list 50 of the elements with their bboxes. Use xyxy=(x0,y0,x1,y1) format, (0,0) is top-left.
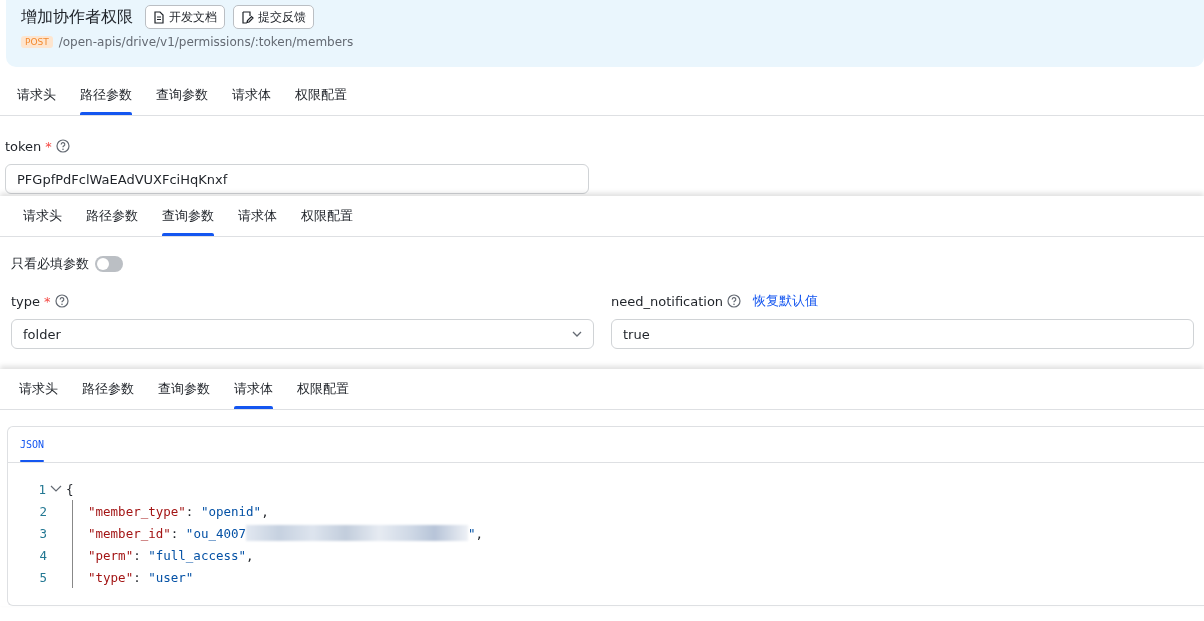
tab[interactable]: 路径参数 xyxy=(74,196,150,236)
chevron-down-icon xyxy=(572,331,582,337)
line-number: 5 xyxy=(38,569,47,585)
toggle-switch[interactable] xyxy=(95,256,123,272)
format-tab[interactable]: JSON xyxy=(20,427,45,462)
docs-button[interactable]: 开发文档 xyxy=(145,5,225,29)
code-line: { xyxy=(66,481,74,497)
tab[interactable]: 权限配置 xyxy=(289,196,365,236)
select-field[interactable]: folder xyxy=(11,319,594,349)
tab[interactable]: 路径参数 xyxy=(68,75,144,115)
line-number: 4 xyxy=(38,547,47,563)
tab[interactable]: 权限配置 xyxy=(283,75,359,115)
help-icon[interactable] xyxy=(54,294,69,308)
tab[interactable]: 请求体 xyxy=(222,369,285,409)
chevron-down-icon[interactable] xyxy=(50,485,62,493)
reset-link[interactable]: 恢复默认值 xyxy=(753,292,819,310)
page-title: 增加协作者权限 xyxy=(21,6,133,28)
line-number: 1 xyxy=(37,481,46,497)
tab[interactable]: 权限配置 xyxy=(285,369,361,409)
filter-label: 只看必填参数 xyxy=(11,255,89,273)
code-line: "perm": "full_access", xyxy=(88,547,254,563)
field-label: type xyxy=(11,293,41,309)
tab[interactable]: 请求头 xyxy=(5,75,68,115)
code-line: ", xyxy=(468,525,484,541)
tab[interactable]: 查询参数 xyxy=(144,75,220,115)
required-mark: * xyxy=(44,293,51,309)
line-number: 3 xyxy=(38,525,47,541)
code-line: "type": "user" xyxy=(88,569,194,585)
endpoint-path: /open-apis/drive/v1/permissions/:token/members xyxy=(58,35,354,49)
document-icon xyxy=(153,10,165,24)
method-badge: POST xyxy=(21,36,53,48)
tab[interactable]: 请求头 xyxy=(11,196,74,236)
tab[interactable]: 请求体 xyxy=(226,196,289,236)
input-field[interactable]: true xyxy=(611,319,1194,349)
line-number: 2 xyxy=(38,503,47,519)
code-line: "member_id": "ou_4007 xyxy=(88,525,247,541)
code-line: "member_type": "openid", xyxy=(88,503,269,519)
field-label: need_notification xyxy=(611,293,724,309)
help-icon[interactable] xyxy=(727,294,742,308)
tab[interactable]: 查询参数 xyxy=(150,196,226,236)
tab[interactable]: 请求头 xyxy=(7,369,70,409)
input-field[interactable]: PFGpfPdFclWaEAdVUXFciHqKnxf xyxy=(5,164,589,194)
tab[interactable]: 路径参数 xyxy=(70,369,146,409)
tab[interactable]: 请求体 xyxy=(220,75,283,115)
edit-icon xyxy=(241,10,254,24)
feedback-button[interactable]: 提交反馈 xyxy=(233,5,314,29)
tab[interactable]: 查询参数 xyxy=(146,369,222,409)
help-icon[interactable] xyxy=(55,139,70,153)
field-label: token xyxy=(5,138,42,154)
required-mark: * xyxy=(45,138,52,154)
